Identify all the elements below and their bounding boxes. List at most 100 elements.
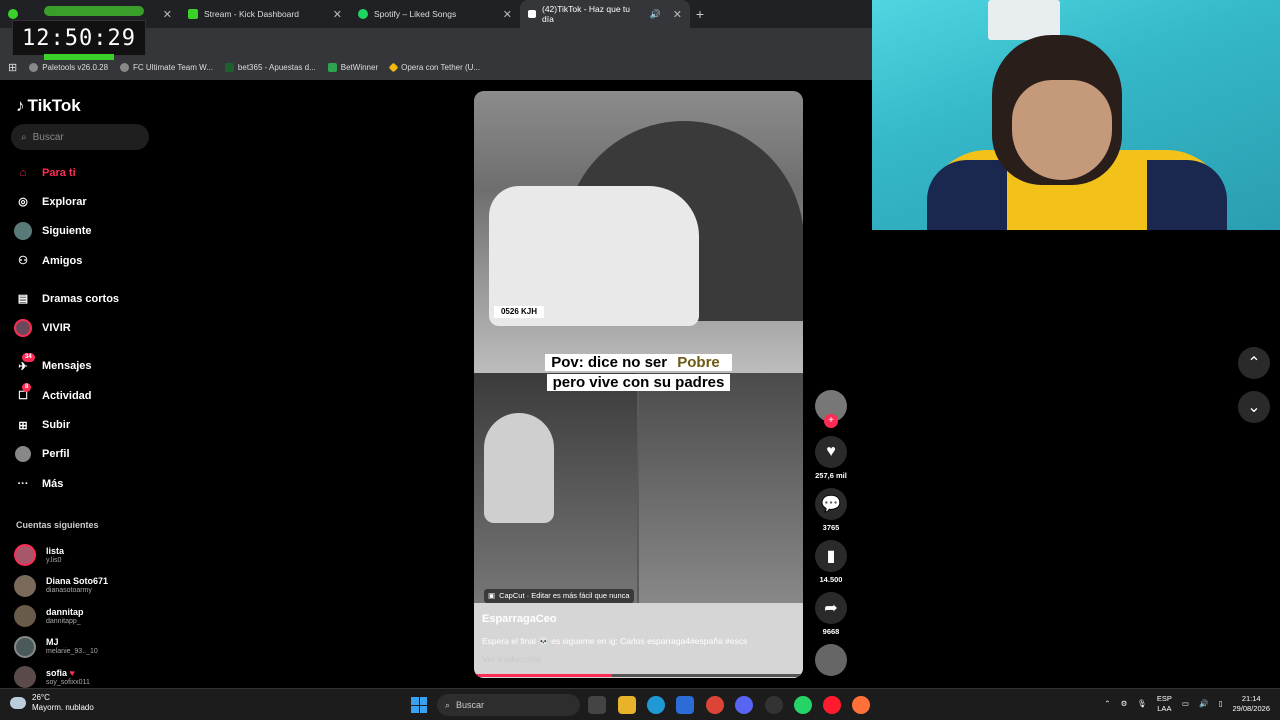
clock[interactable]: 21:14 29/08/2026	[1232, 694, 1270, 714]
video-author[interactable]: EsparragaCeo	[482, 613, 557, 625]
following-user: soy_sofixx011	[46, 678, 90, 686]
lang-layout: LAA	[1157, 704, 1172, 713]
opera-icon[interactable]	[823, 696, 841, 714]
capcut-tag[interactable]: ▣ CapCut · Editar es más fácil que nunca	[484, 589, 634, 603]
share-action[interactable]: ➦ 9668	[815, 592, 847, 636]
nav-item-actividad[interactable]: ☐ 8 Actividad	[14, 381, 154, 410]
following-user: melanie_93.._10	[46, 648, 98, 656]
bookmark-label: FC Ultimate Team W...	[133, 62, 213, 72]
bet365-icon	[224, 62, 234, 72]
following-item[interactable]: Diana Soto671 dianasotoarmy	[14, 571, 154, 602]
search-icon: ⌕	[21, 131, 27, 143]
nav-item-siguiente[interactable]: Siguiente	[14, 217, 154, 246]
search-input[interactable]: ⌕ Buscar	[11, 124, 149, 150]
save-action[interactable]: ▮ 14.500	[815, 540, 847, 584]
taskbar-search[interactable]: ⌕ Buscar	[437, 694, 580, 716]
like-action[interactable]: ♥ 257,6 mil	[815, 436, 847, 480]
following-item[interactable]: lista y.lis0	[14, 540, 154, 571]
browser-tab-active[interactable]: (42)TikTok - Haz que tu día 🔊 ✕	[520, 0, 690, 28]
comment-icon[interactable]: 💬	[815, 488, 847, 520]
nav-list: ⌂ Para ti ◎ Explorar Siguiente ⚇ Amigos ▤ Dr…	[14, 158, 154, 498]
tab-label: Stream - Kick Dashboard	[204, 9, 299, 19]
chevron-up-icon[interactable]: ⌃	[1104, 699, 1110, 709]
firefox-icon[interactable]	[852, 696, 870, 714]
nav-item-explorar[interactable]: ◎ Explorar	[14, 187, 154, 216]
video-player[interactable]: 0526 KJH Pov: dice no ser Pobre pero viv…	[474, 91, 803, 678]
follow-plus-icon[interactable]: +	[824, 414, 838, 428]
tiktok-icon	[528, 10, 536, 18]
license-plate: 0526 KJH	[494, 306, 544, 318]
nav-item-vivir[interactable]: VIVIR	[14, 313, 154, 342]
bookmark-icon[interactable]: ▮	[815, 540, 847, 572]
following-item[interactable]: MJ melanie_93.._10	[14, 632, 154, 663]
heart-icon[interactable]: ♥	[815, 436, 847, 468]
nav-label: Siguiente	[42, 225, 92, 238]
nav-item-amigos[interactable]: ⚇ Amigos	[14, 246, 154, 275]
nav-item-dramas-cortos[interactable]: ▤ Dramas cortos	[14, 284, 154, 313]
windows-start-icon[interactable]	[411, 697, 427, 713]
taskbar-date: 29/08/2026	[1232, 704, 1270, 713]
monitor-icon[interactable]: ▭	[1182, 699, 1189, 709]
music-disc-icon[interactable]	[815, 644, 847, 676]
apps-icon[interactable]: ⊞	[8, 61, 17, 74]
close-icon[interactable]: ✕	[333, 8, 342, 21]
language-indicator[interactable]: ESP LAA	[1157, 694, 1172, 714]
following-item[interactable]: dannitap dannitapp_	[14, 601, 154, 632]
following-user: dianasotoarmy	[46, 587, 92, 595]
message-badge: 34	[22, 353, 35, 363]
nav-item-para-ti[interactable]: ⌂ Para ti	[14, 158, 154, 187]
next-video-button[interactable]: ⌄	[1238, 391, 1270, 423]
network-icon[interactable]: ⚙	[1121, 699, 1128, 709]
battery-icon[interactable]: ▯	[1218, 699, 1222, 709]
nav-label: Amigos	[42, 254, 83, 267]
comment-action[interactable]: 💬 3765	[815, 488, 847, 532]
nav-item-mensajes[interactable]: ✈ 34 Mensajes	[14, 352, 154, 381]
close-icon[interactable]: ✕	[163, 8, 172, 21]
obs-icon[interactable]	[765, 696, 783, 714]
message-icon: ✈ 34	[14, 353, 35, 375]
video-progress-bar[interactable]	[474, 674, 803, 677]
following-avatar-icon	[14, 222, 32, 241]
file-explorer-icon[interactable]	[618, 696, 636, 714]
speaker-icon[interactable]: 🔊	[650, 9, 661, 20]
new-tab-button[interactable]: +	[690, 6, 710, 22]
microphone-icon[interactable]: 🎙	[1137, 699, 1147, 709]
translate-link[interactable]: Ver traducción	[482, 654, 541, 664]
tiktok-logo[interactable]: ♪ TikTok	[16, 96, 81, 116]
whatsapp-icon[interactable]	[794, 696, 812, 714]
music-disc-action[interactable]	[815, 644, 847, 676]
store-icon[interactable]	[676, 696, 694, 714]
person-left	[484, 413, 554, 523]
caption-part: Pov: dice no ser	[548, 354, 675, 371]
activity-badge: 8	[22, 382, 32, 392]
bookmark[interactable]: BetWinner	[327, 62, 378, 72]
kick-icon	[188, 9, 198, 19]
edge-icon[interactable]	[647, 696, 665, 714]
heart-emoji-icon: ♥	[69, 667, 75, 678]
close-icon[interactable]: ✕	[673, 8, 682, 21]
nav-label: Mensajes	[42, 360, 92, 373]
browser-tab[interactable]: Stream - Kick Dashboard ✕	[180, 0, 350, 28]
share-icon[interactable]: ➦	[815, 592, 847, 624]
close-icon[interactable]: ✕	[503, 8, 512, 21]
nav-item-mas[interactable]: ··· Más	[14, 469, 154, 498]
search-icon: ⌕	[445, 699, 451, 710]
system-tray: ⌃ ⚙ 🎙 ESP LAA ▭ 🔊 ▯ 21:14 29/08/2026	[1104, 694, 1270, 714]
author-avatar-action[interactable]: +	[815, 390, 847, 428]
previous-video-button[interactable]: ⌃	[1238, 347, 1270, 379]
nav-item-subir[interactable]: ⊞ Subir	[14, 410, 154, 439]
bookmark[interactable]: Opera con Tether (U...	[388, 62, 480, 72]
weather-widget[interactable]: 26°C Mayorm. nublado	[10, 693, 94, 713]
nav-item-perfil[interactable]: Perfil	[14, 440, 154, 469]
discord-icon[interactable]	[735, 696, 753, 714]
bookmark[interactable]: Paletools v26.0.28	[29, 62, 108, 72]
task-view-icon[interactable]	[588, 696, 606, 714]
tab-label: (42)TikTok - Haz que tu día	[542, 4, 631, 24]
bookmark[interactable]: FC Ultimate Team W...	[120, 62, 213, 72]
volume-icon[interactable]: 🔊	[1199, 699, 1208, 709]
friends-icon: ⚇	[18, 255, 28, 268]
browser-tab[interactable]: Spotify – Liked Songs ✕	[350, 0, 520, 28]
globe-icon	[120, 62, 130, 72]
bookmark[interactable]: bet365 - Apuestas d...	[224, 62, 316, 72]
chrome-icon[interactable]	[706, 696, 724, 714]
